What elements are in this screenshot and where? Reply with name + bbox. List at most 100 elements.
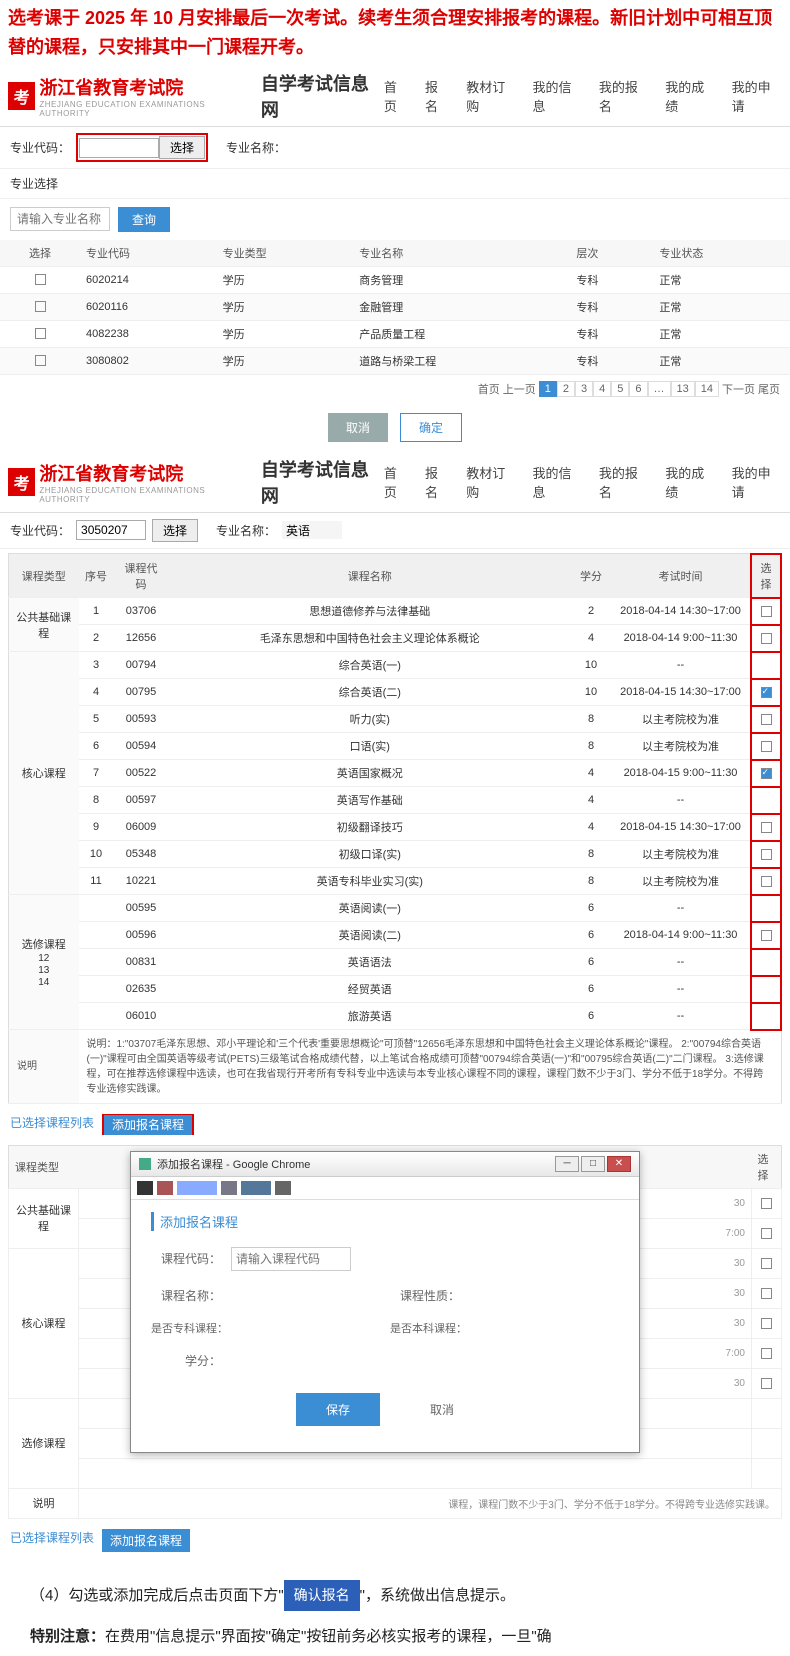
- major-search-row: 查询: [0, 199, 790, 240]
- pg-3[interactable]: 3: [575, 381, 593, 397]
- course-select-cell: [751, 868, 781, 895]
- course-checkbox[interactable]: [761, 741, 772, 752]
- pg-5[interactable]: 5: [611, 381, 629, 397]
- major-level: 专科: [570, 320, 653, 347]
- tab-add-course[interactable]: 添加报名课程: [104, 1115, 192, 1135]
- select-major-button[interactable]: 选择: [159, 136, 205, 159]
- modal-form: 课程代码： 课程名称： 课程性质： 是否专科课程： 是否本科课程： 学分：: [151, 1247, 619, 1369]
- search-button[interactable]: 查询: [118, 207, 170, 232]
- nav2-signup[interactable]: 报名: [425, 463, 450, 501]
- pg-4[interactable]: 4: [593, 381, 611, 397]
- pg-13[interactable]: 13: [671, 381, 695, 397]
- major-status: 正常: [653, 320, 790, 347]
- modal-cancel-button[interactable]: 取消: [410, 1393, 474, 1426]
- nav-books[interactable]: 教材订购: [466, 77, 516, 115]
- major-checkbox[interactable]: [35, 274, 46, 285]
- course-checkbox[interactable]: [761, 687, 772, 698]
- maximize-icon[interactable]: □: [581, 1156, 605, 1172]
- pg-prev[interactable]: 上一页: [503, 381, 536, 397]
- nav2-myreg[interactable]: 我的报名: [599, 463, 649, 501]
- course-credit: 4: [571, 625, 611, 652]
- course-select-cell: [751, 895, 781, 922]
- course-checkbox[interactable]: [761, 768, 772, 779]
- nav2-info[interactable]: 我的信息: [533, 463, 583, 501]
- course-checkbox[interactable]: [761, 876, 772, 887]
- major-checkbox[interactable]: [35, 328, 46, 339]
- course-name: 思想道德修养与法律基础: [169, 598, 572, 625]
- nav-info[interactable]: 我的信息: [533, 77, 583, 115]
- pg-2[interactable]: 2: [557, 381, 575, 397]
- major-search-input[interactable]: [10, 207, 110, 231]
- pg-14[interactable]: 14: [695, 381, 719, 397]
- nav2-apply[interactable]: 我的申请: [732, 463, 782, 501]
- course-time: 2018-04-14 9:00~11:30: [611, 922, 751, 949]
- major-code: 3080802: [80, 347, 217, 374]
- nav-home[interactable]: 首页: [384, 77, 409, 115]
- close-icon[interactable]: ✕: [607, 1156, 631, 1172]
- modal-actions: 保存 取消: [151, 1369, 619, 1440]
- course-checkbox[interactable]: [761, 930, 772, 941]
- major-checkbox[interactable]: [35, 301, 46, 312]
- major-level: 专科: [570, 293, 653, 320]
- bg-cb[interactable]: [761, 1318, 772, 1329]
- pg-last[interactable]: 尾页: [758, 381, 780, 397]
- course-checkbox[interactable]: [761, 633, 772, 644]
- major-level: 专科: [570, 347, 653, 374]
- course-select-cell: [751, 922, 781, 949]
- course-credit: 6: [571, 949, 611, 976]
- cancel-button[interactable]: 取消: [328, 413, 388, 442]
- pg-1[interactable]: 1: [539, 381, 557, 397]
- pg-first[interactable]: 首页: [478, 381, 500, 397]
- major-status: 正常: [653, 293, 790, 320]
- nav2-score[interactable]: 我的成绩: [665, 463, 715, 501]
- bg-cb[interactable]: [761, 1348, 772, 1359]
- tab-selected-list[interactable]: 已选择课程列表: [10, 1114, 94, 1135]
- minimize-icon[interactable]: ─: [555, 1156, 579, 1172]
- credit-label: 学分：: [151, 1352, 221, 1369]
- select-major-button-2[interactable]: 选择: [152, 519, 198, 542]
- bg-cb[interactable]: [761, 1378, 772, 1389]
- site-header-1: 考 浙江省教育考试院 ZHEJIANG EDUCATION EXAMINATIO…: [0, 66, 790, 127]
- nav2-books[interactable]: 教材订购: [466, 463, 516, 501]
- th-name: 专业名称: [353, 240, 570, 267]
- course-time: 2018-04-14 9:00~11:30: [611, 625, 751, 652]
- bg-cb[interactable]: [761, 1288, 772, 1299]
- major-code-input-2[interactable]: [76, 520, 146, 540]
- nav-myreg[interactable]: 我的报名: [599, 77, 649, 115]
- course-credit: 8: [571, 868, 611, 895]
- nav-apply[interactable]: 我的申请: [732, 77, 782, 115]
- tab-selected-list-2[interactable]: 已选择课程列表: [10, 1529, 94, 1552]
- major-code-input[interactable]: [79, 138, 159, 158]
- major-code-label-2: 专业代码：: [10, 522, 70, 539]
- major-name: 金融管理: [353, 293, 570, 320]
- tabs-1: 已选择课程列表 添加报名课程: [0, 1108, 790, 1141]
- pg-next[interactable]: 下一页: [722, 381, 755, 397]
- course-checkbox[interactable]: [761, 822, 772, 833]
- course-time: --: [611, 949, 751, 976]
- nav-signup[interactable]: 报名: [425, 77, 450, 115]
- bg-cb[interactable]: [761, 1258, 772, 1269]
- major-name-value: [282, 521, 342, 539]
- pg-…[interactable]: …: [648, 381, 671, 397]
- bg-cb[interactable]: [761, 1228, 772, 1239]
- confirm-signup-button[interactable]: 确认报名: [284, 1580, 360, 1611]
- ok-button[interactable]: 确定: [400, 413, 462, 442]
- course-checkbox[interactable]: [761, 849, 772, 860]
- major-checkbox[interactable]: [35, 355, 46, 366]
- major-name-label-2: 专业名称：: [216, 522, 276, 539]
- save-button[interactable]: 保存: [296, 1393, 380, 1426]
- bg-cb[interactable]: [761, 1198, 772, 1209]
- course-seq: 1: [79, 598, 114, 625]
- pg-6[interactable]: 6: [629, 381, 647, 397]
- course-seq: 10: [79, 841, 114, 868]
- tab-add-course-2[interactable]: 添加报名课程: [102, 1529, 190, 1552]
- nav-score[interactable]: 我的成绩: [665, 77, 715, 115]
- addr-bar: [131, 1177, 639, 1200]
- nav2-home[interactable]: 首页: [384, 463, 409, 501]
- course-seq: [79, 922, 114, 949]
- course-checkbox[interactable]: [761, 606, 772, 617]
- major-code-label: 专业代码：: [10, 139, 70, 156]
- course-code-input[interactable]: [231, 1247, 351, 1271]
- bg-th-type: 课程类型: [9, 1145, 79, 1188]
- course-checkbox[interactable]: [761, 714, 772, 725]
